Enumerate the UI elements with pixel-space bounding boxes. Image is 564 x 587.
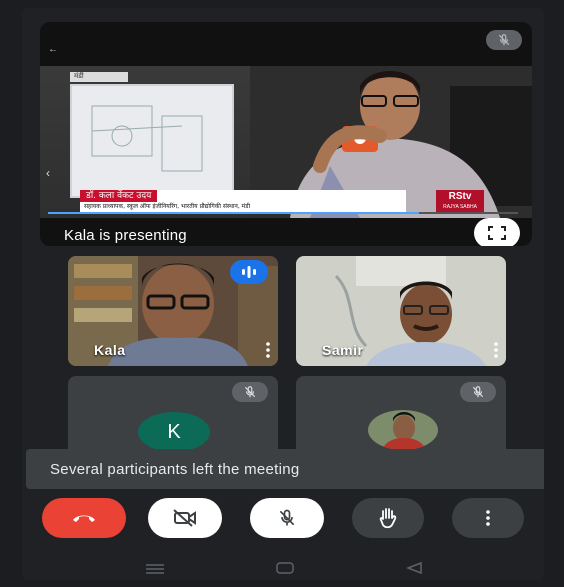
chevron-left-icon: ‹ xyxy=(46,166,50,180)
meet-call-screen: ← मंडी ‹ डॉ. कला वेंकट उदय सहायक प्राध्य… xyxy=(22,8,544,580)
channel-logo-text: RStv xyxy=(448,191,472,202)
channel-logo-sub: RAJYA SABHA xyxy=(443,204,477,210)
lower-third-name: डॉ. कला वेंकट उदय xyxy=(80,190,158,202)
avatar xyxy=(368,410,438,450)
recents-icon[interactable] xyxy=(146,564,164,574)
back-arrow-icon[interactable]: ← xyxy=(48,44,58,55)
raise-hand-icon xyxy=(379,508,397,529)
shared-video: मंडी ‹ डॉ. कला वेंकट उदय सहायक प्राध्याप… xyxy=(40,66,532,218)
participant-mute-indicator xyxy=(460,382,496,402)
channel-logo: RStv RAJYA SABHA xyxy=(436,190,484,212)
participant-name: Samir xyxy=(322,342,364,358)
raise-hand-button[interactable] xyxy=(352,498,424,538)
home-icon[interactable] xyxy=(276,562,294,574)
snackbar-toast: Several participants left the meeting xyxy=(26,449,544,489)
end-call-button[interactable] xyxy=(42,498,126,538)
system-navigation-bar xyxy=(22,554,544,580)
presentation-tile[interactable]: ← मंडी ‹ डॉ. कला वेंकट उदय सहायक प्राध्य… xyxy=(40,22,532,246)
presentation-mute-indicator xyxy=(486,30,522,50)
camera-toggle-button[interactable] xyxy=(148,498,222,538)
playback-progress-fill xyxy=(48,212,420,214)
participant-name: Kala xyxy=(94,342,126,358)
avatar: K xyxy=(138,412,210,452)
call-controls xyxy=(22,498,544,550)
mic-off-icon xyxy=(472,386,484,398)
lower-third: डॉ. कला वेंकट उदय सहायक प्राध्यापक, स्कू… xyxy=(80,190,406,212)
fullscreen-icon xyxy=(488,226,506,240)
camera-off-icon xyxy=(173,509,196,527)
playback-progress[interactable] xyxy=(48,212,518,214)
mic-toggle-button[interactable] xyxy=(250,498,324,538)
mic-off-icon xyxy=(279,509,295,526)
participant-mute-indicator xyxy=(232,382,268,402)
more-vert-icon[interactable] xyxy=(266,342,270,358)
lower-third-subtitle: सहायक प्राध्यापक, स्कूल ऑफ इंजीनियरिंग, … xyxy=(84,203,251,210)
back-icon[interactable] xyxy=(406,562,422,574)
more-vert-icon xyxy=(486,510,490,526)
whiteboard-image xyxy=(70,84,234,198)
mic-off-icon xyxy=(244,386,256,398)
participant-tile-kala[interactable]: Kala xyxy=(68,256,278,366)
speaking-indicator xyxy=(230,260,268,284)
more-vert-icon[interactable] xyxy=(494,342,498,358)
mic-off-icon xyxy=(498,34,510,46)
channel-tag: मंडी xyxy=(70,72,128,82)
speaking-indicator-icon xyxy=(242,266,256,278)
participant-tile-samir[interactable]: Samir xyxy=(296,256,506,366)
fullscreen-button[interactable] xyxy=(474,218,520,246)
presenting-label: Kala is presenting xyxy=(64,227,187,244)
avatar-initial: K xyxy=(167,420,181,443)
end-call-icon xyxy=(73,515,95,522)
more-options-button[interactable] xyxy=(452,498,524,538)
toast-message: Several participants left the meeting xyxy=(50,461,300,478)
